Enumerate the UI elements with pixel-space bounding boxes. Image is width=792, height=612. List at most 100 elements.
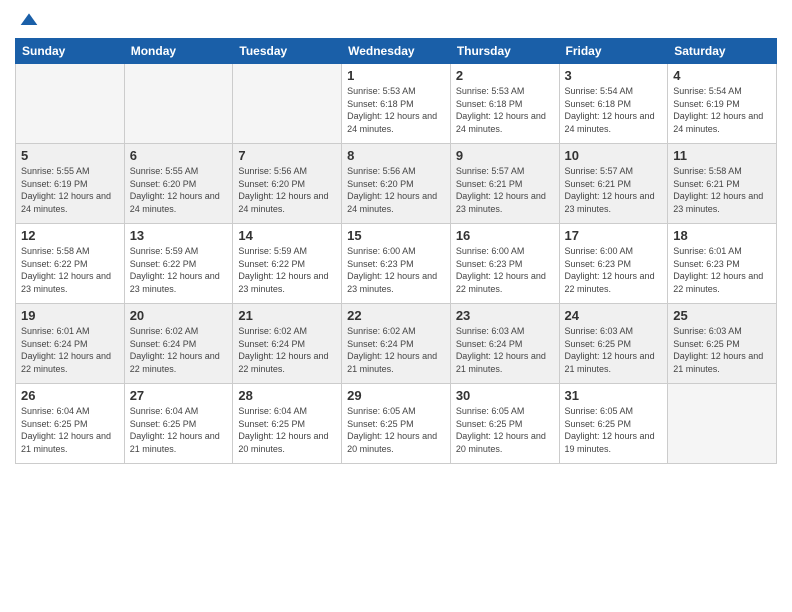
calendar-cell: 21 Sunrise: 6:02 AMSunset: 6:24 PMDayligh… [233,304,342,384]
calendar-cell: 18 Sunrise: 6:01 AMSunset: 6:23 PMDayligh… [668,224,777,304]
day-number: 11 [673,148,771,163]
calendar-cell: 27Sunrise: 6:04 AMSunset: 6:25 PMDayligh… [124,384,233,464]
weekday-header-tuesday: Tuesday [233,39,342,64]
day-info: Sunrise: 6:00 AMSunset: 6:23 PMDaylight:… [565,245,663,295]
calendar-cell: 19 Sunrise: 6:01 AMSunset: 6:24 PMDayligh… [16,304,125,384]
day-info: Sunrise: 5:55 AMSunset: 6:20 PMDaylight:… [130,165,228,215]
day-number: 5 [21,148,119,163]
calendar-cell: 17 Sunrise: 6:00 AMSunset: 6:23 PMDayligh… [559,224,668,304]
logo-icon [19,10,39,30]
day-info: Sunrise: 5:56 AMSunset: 6:20 PMDaylight:… [347,165,445,215]
day-info: Sunrise: 5:59 AMSunset: 6:22 PMDaylight:… [130,245,228,295]
calendar-cell [233,64,342,144]
calendar-cell: 8 Sunrise: 5:56 AMSunset: 6:20 PMDaylight… [342,144,451,224]
calendar-cell: 13 Sunrise: 5:59 AMSunset: 6:22 PMDayligh… [124,224,233,304]
calendar-cell: 14Sunrise: 5:59 AMSunset: 6:22 PMDayligh… [233,224,342,304]
page: SundayMondayTuesdayWednesdayThursdayFrid… [0,0,792,612]
weekday-header-sunday: Sunday [16,39,125,64]
weekday-header-wednesday: Wednesday [342,39,451,64]
calendar-cell: 26 Sunrise: 6:04 AMSunset: 6:25 PMDayligh… [16,384,125,464]
logo-text [15,10,39,30]
calendar-cell: 23 Sunrise: 6:03 AMSunset: 6:24 PMDayligh… [450,304,559,384]
day-number: 10 [565,148,663,163]
calendar-cell [16,64,125,144]
calendar-cell: 4 Sunrise: 5:54 AMSunset: 6:19 PMDaylight… [668,64,777,144]
calendar-cell: 20Sunrise: 6:02 AMSunset: 6:24 PMDayligh… [124,304,233,384]
day-number: 7 [238,148,336,163]
header [15,10,777,30]
day-number: 18 [673,228,771,243]
day-number: 16 [456,228,554,243]
calendar-cell [124,64,233,144]
day-number: 17 [565,228,663,243]
day-number: 13 [130,228,228,243]
calendar-cell: 5Sunrise: 5:55 AMSunset: 6:19 PMDaylight… [16,144,125,224]
calendar-cell: 12Sunrise: 5:58 AMSunset: 6:22 PMDayligh… [16,224,125,304]
day-number: 8 [347,148,445,163]
day-info: Sunrise: 5:58 AMSunset: 6:21 PMDaylight:… [673,165,771,215]
day-info: Sunrise: 6:00 AMSunset: 6:23 PMDaylight:… [347,245,445,295]
day-info: Sunrise: 5:54 AMSunset: 6:19 PMDaylight:… [673,85,771,135]
day-number: 29 [347,388,445,403]
calendar-cell: 24Sunrise: 6:03 AMSunset: 6:25 PMDayligh… [559,304,668,384]
day-number: 12 [21,228,119,243]
calendar-cell: 30Sunrise: 6:05 AMSunset: 6:25 PMDayligh… [450,384,559,464]
calendar-cell: 7 Sunrise: 5:56 AMSunset: 6:20 PMDaylight… [233,144,342,224]
day-info: Sunrise: 5:56 AMSunset: 6:20 PMDaylight:… [238,165,336,215]
day-info: Sunrise: 5:53 AMSunset: 6:18 PMDaylight:… [456,85,554,135]
day-info: Sunrise: 6:00 AMSunset: 6:23 PMDaylight:… [456,245,554,295]
day-number: 6 [130,148,228,163]
day-number: 28 [238,388,336,403]
weekday-header-thursday: Thursday [450,39,559,64]
calendar-cell: 29Sunrise: 6:05 AMSunset: 6:25 PMDayligh… [342,384,451,464]
day-number: 1 [347,68,445,83]
day-number: 27 [130,388,228,403]
day-info: Sunrise: 6:01 AMSunset: 6:23 PMDaylight:… [673,245,771,295]
week-row-2: 5Sunrise: 5:55 AMSunset: 6:19 PMDaylight… [16,144,777,224]
day-number: 9 [456,148,554,163]
day-number: 14 [238,228,336,243]
logo [15,10,39,30]
calendar-cell: 25 Sunrise: 6:03 AMSunset: 6:25 PMDayligh… [668,304,777,384]
day-number: 26 [21,388,119,403]
week-row-5: 26 Sunrise: 6:04 AMSunset: 6:25 PMDayligh… [16,384,777,464]
day-info: Sunrise: 5:57 AMSunset: 6:21 PMDaylight:… [456,165,554,215]
day-info: Sunrise: 6:02 AMSunset: 6:24 PMDaylight:… [347,325,445,375]
day-info: Sunrise: 5:57 AMSunset: 6:21 PMDaylight:… [565,165,663,215]
week-row-1: 1 Sunrise: 5:53 AMSunset: 6:18 PMDaylight… [16,64,777,144]
day-info: Sunrise: 6:01 AMSunset: 6:24 PMDaylight:… [21,325,119,375]
day-info: Sunrise: 5:53 AMSunset: 6:18 PMDaylight:… [347,85,445,135]
weekday-header-friday: Friday [559,39,668,64]
day-number: 24 [565,308,663,323]
calendar-cell: 15 Sunrise: 6:00 AMSunset: 6:23 PMDayligh… [342,224,451,304]
day-info: Sunrise: 6:05 AMSunset: 6:25 PMDaylight:… [565,405,663,455]
day-number: 15 [347,228,445,243]
calendar-cell: 11 Sunrise: 5:58 AMSunset: 6:21 PMDayligh… [668,144,777,224]
day-info: Sunrise: 6:02 AMSunset: 6:24 PMDaylight:… [238,325,336,375]
calendar-cell: 16 Sunrise: 6:00 AMSunset: 6:23 PMDayligh… [450,224,559,304]
day-info: Sunrise: 6:03 AMSunset: 6:24 PMDaylight:… [456,325,554,375]
calendar-cell: 1 Sunrise: 5:53 AMSunset: 6:18 PMDaylight… [342,64,451,144]
day-number: 21 [238,308,336,323]
day-info: Sunrise: 6:04 AMSunset: 6:25 PMDaylight:… [238,405,336,455]
day-number: 19 [21,308,119,323]
calendar-cell: 31 Sunrise: 6:05 AMSunset: 6:25 PMDayligh… [559,384,668,464]
calendar-cell: 9 Sunrise: 5:57 AMSunset: 6:21 PMDaylight… [450,144,559,224]
calendar-cell: 28 Sunrise: 6:04 AMSunset: 6:25 PMDayligh… [233,384,342,464]
day-number: 3 [565,68,663,83]
calendar-cell: 3 Sunrise: 5:54 AMSunset: 6:18 PMDaylight… [559,64,668,144]
day-number: 23 [456,308,554,323]
day-number: 20 [130,308,228,323]
calendar-cell: 10 Sunrise: 5:57 AMSunset: 6:21 PMDayligh… [559,144,668,224]
day-info: Sunrise: 6:05 AMSunset: 6:25 PMDaylight:… [456,405,554,455]
week-row-3: 12Sunrise: 5:58 AMSunset: 6:22 PMDayligh… [16,224,777,304]
calendar-table: SundayMondayTuesdayWednesdayThursdayFrid… [15,38,777,464]
day-info: Sunrise: 6:04 AMSunset: 6:25 PMDaylight:… [21,405,119,455]
day-info: Sunrise: 5:54 AMSunset: 6:18 PMDaylight:… [565,85,663,135]
weekday-header-saturday: Saturday [668,39,777,64]
day-number: 31 [565,388,663,403]
day-info: Sunrise: 6:03 AMSunset: 6:25 PMDaylight:… [673,325,771,375]
day-number: 25 [673,308,771,323]
day-number: 2 [456,68,554,83]
day-number: 4 [673,68,771,83]
